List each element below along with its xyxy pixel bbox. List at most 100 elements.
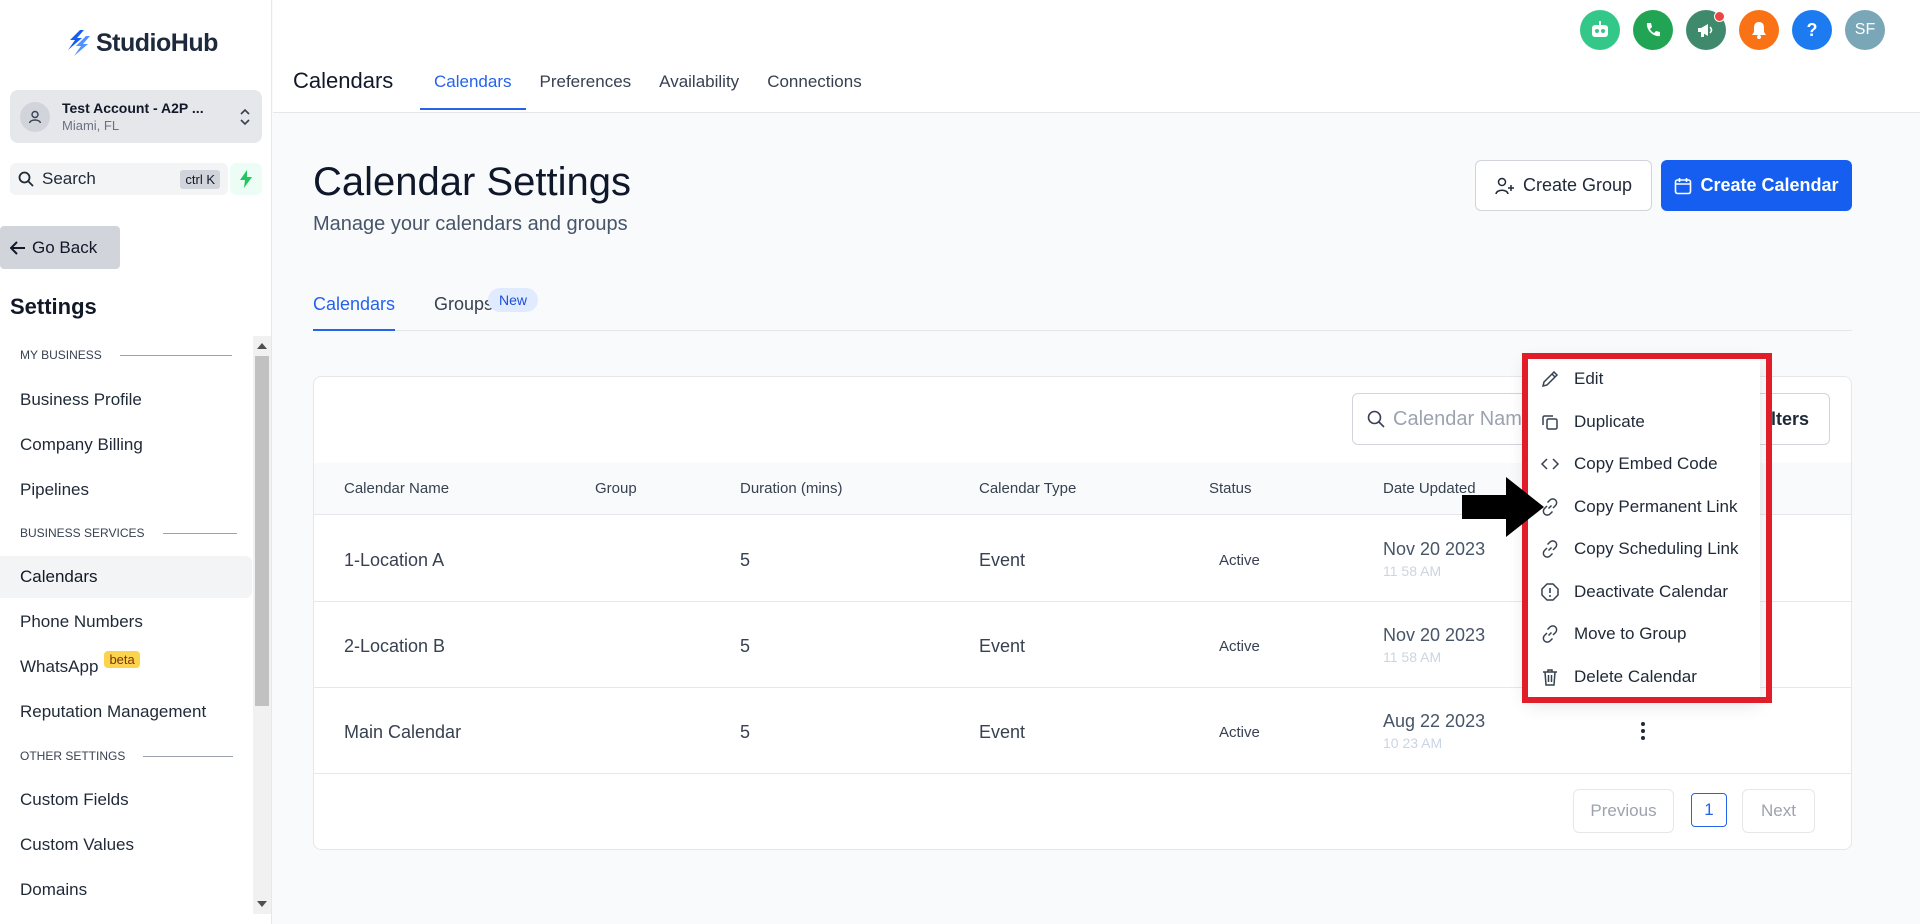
page-tabs: Calendars Groups New: [313, 288, 1852, 331]
menu-item-copy-permanent-link[interactable]: Copy Permanent Link: [1540, 492, 1737, 522]
header-tabs: Calendars Preferences Availability Conne…: [420, 72, 876, 110]
column-header[interactable]: Calendar Type: [979, 480, 1076, 497]
menu-item-edit[interactable]: Edit: [1540, 364, 1603, 394]
pointer-arrow-icon: [1462, 477, 1544, 537]
scroll-up-icon[interactable]: [257, 343, 267, 349]
account-switcher[interactable]: Test Account - A2P ... Miami, FL: [10, 90, 262, 143]
sidebar-item-label: Domains: [20, 880, 88, 899]
menu-item-label: Deactivate Calendar: [1574, 582, 1729, 601]
more-actions-icon[interactable]: [1640, 721, 1646, 741]
sidebar-item-pipelines[interactable]: Pipelines: [0, 469, 252, 511]
help-button[interactable]: ?: [1792, 10, 1832, 50]
megaphone-icon: [1698, 24, 1713, 37]
sidebar-item-phone-numbers[interactable]: Phone Numbers: [0, 601, 252, 643]
time-updated: 10 23 AM: [1383, 735, 1443, 751]
notifications-button[interactable]: [1739, 10, 1779, 50]
tab-availability[interactable]: Availability: [645, 72, 753, 110]
search-shortcut: ctrl K: [180, 169, 220, 189]
calendar-name[interactable]: 2-Location B: [344, 636, 445, 657]
sidebar-item-custom-fields[interactable]: Custom Fields: [0, 779, 252, 821]
page-title: Calendar Settings: [313, 160, 631, 204]
table-row[interactable]: Main Calendar 5 Event Active Aug 22 2023…: [314, 688, 1851, 774]
column-header[interactable]: Duration (mins): [740, 480, 843, 497]
calendar-icon: [1675, 177, 1692, 194]
menu-item-delete-calendar[interactable]: Delete Calendar: [1540, 662, 1697, 692]
tab-preferences[interactable]: Preferences: [526, 72, 646, 110]
scroll-thumb[interactable]: [255, 356, 269, 706]
create-calendar-button[interactable]: Create Calendar: [1661, 160, 1852, 211]
sidebar-item-reputation-management[interactable]: Reputation Management: [0, 691, 252, 733]
sidebar-item-calendars[interactable]: Calendars: [0, 556, 252, 598]
arrow-left-icon: [10, 240, 25, 255]
date-updated: Aug 22 2023: [1383, 711, 1486, 731]
quick-actions-button[interactable]: [230, 163, 262, 195]
sidebar-item-label: Calendars: [20, 567, 98, 586]
create-group-button[interactable]: Create Group: [1475, 160, 1652, 211]
sidebar-item-business-profile[interactable]: Business Profile: [0, 379, 252, 421]
header-title: Calendars: [293, 68, 394, 93]
beta-badge: beta: [104, 650, 140, 668]
phone-icon: [1646, 23, 1660, 37]
sidebar-item-company-billing[interactable]: Company Billing: [0, 424, 252, 466]
menu-item-copy-scheduling-link[interactable]: Copy Scheduling Link: [1540, 534, 1738, 564]
tab-connections[interactable]: Connections: [753, 72, 876, 110]
pagination-next-button[interactable]: Next: [1742, 789, 1815, 833]
menu-item-label: Duplicate: [1574, 412, 1645, 431]
calendar-duration: 5: [740, 636, 751, 656]
menu-item-copy-embed-code[interactable]: Copy Embed Code: [1540, 449, 1718, 479]
calendar-name[interactable]: Main Calendar: [344, 722, 461, 743]
link-icon: [1542, 625, 1558, 643]
sidebar-item-domains[interactable]: Domains: [0, 869, 252, 911]
bell-icon: [1752, 22, 1766, 39]
sidebar-item-custom-values[interactable]: Custom Values: [0, 824, 252, 866]
scroll-down-icon[interactable]: [257, 901, 267, 907]
menu-item-duplicate[interactable]: Duplicate: [1540, 407, 1645, 437]
tab-groups[interactable]: Groups: [434, 294, 493, 331]
sidebar: StudioHub Test Account - A2P ... Miami, …: [0, 0, 272, 924]
sidebar-item-label: WhatsApp: [20, 657, 99, 676]
brand-logo[interactable]: StudioHub: [66, 28, 218, 58]
page-subtitle: Manage your calendars and groups: [313, 213, 628, 235]
tab-calendars[interactable]: Calendars: [420, 72, 526, 110]
menu-item-move-to-group[interactable]: Move to Group: [1540, 619, 1686, 649]
divider: [143, 755, 234, 757]
section-label: BUSINESS SERVICES: [20, 526, 145, 540]
phone-button[interactable]: [1633, 10, 1673, 50]
announcements-button[interactable]: [1686, 10, 1726, 50]
sidebar-scrollbar[interactable]: [253, 336, 271, 914]
column-header[interactable]: Status: [1209, 480, 1252, 497]
sidebar-item-label: Custom Values: [20, 835, 135, 854]
calendar-search-input[interactable]: Calendar Nam: [1352, 393, 1552, 445]
pencil-icon: [1541, 370, 1559, 388]
time-updated: 11 58 AM: [1383, 649, 1442, 665]
menu-item-label: Edit: [1574, 369, 1604, 388]
date-updated: Nov 20 2023: [1383, 539, 1486, 559]
sidebar-item-whatsapp[interactable]: WhatsApp beta: [0, 646, 252, 688]
calendar-type: Event: [979, 722, 1026, 742]
logo-icon: [68, 30, 90, 56]
sidebar-item-label: Custom Fields: [20, 790, 129, 809]
menu-item-deactivate-calendar[interactable]: Deactivate Calendar: [1540, 577, 1728, 607]
column-header[interactable]: Group: [595, 480, 637, 497]
avatar[interactable]: SF: [1845, 10, 1885, 50]
user-plus-icon: [1495, 177, 1514, 194]
alert-octagon-icon: [1541, 583, 1559, 601]
pagination-previous-button[interactable]: Previous: [1573, 789, 1674, 833]
global-search[interactable]: Search ctrl K: [10, 163, 228, 195]
menu-item-label: Delete Calendar: [1574, 667, 1697, 686]
search-label: Search: [42, 169, 96, 188]
section-other-settings: OTHER SETTINGS: [20, 749, 234, 763]
pagination-page-button[interactable]: 1: [1691, 793, 1727, 827]
calendar-name[interactable]: 1-Location A: [344, 550, 444, 571]
go-back-button[interactable]: Go Back: [0, 226, 120, 269]
brand-name: StudioHub: [96, 28, 218, 57]
status-badge: Active: [1219, 552, 1260, 569]
column-header[interactable]: Calendar Name: [344, 480, 449, 497]
filters-label: ilters: [1765, 408, 1809, 429]
divider: [162, 532, 237, 534]
ai-assistant-button[interactable]: [1580, 10, 1620, 50]
sidebar-item-label: Company Billing: [20, 435, 143, 454]
section-label: OTHER SETTINGS: [20, 749, 126, 763]
tab-calendars-list[interactable]: Calendars: [313, 294, 396, 331]
avatar-initials: SF: [1854, 21, 1876, 38]
